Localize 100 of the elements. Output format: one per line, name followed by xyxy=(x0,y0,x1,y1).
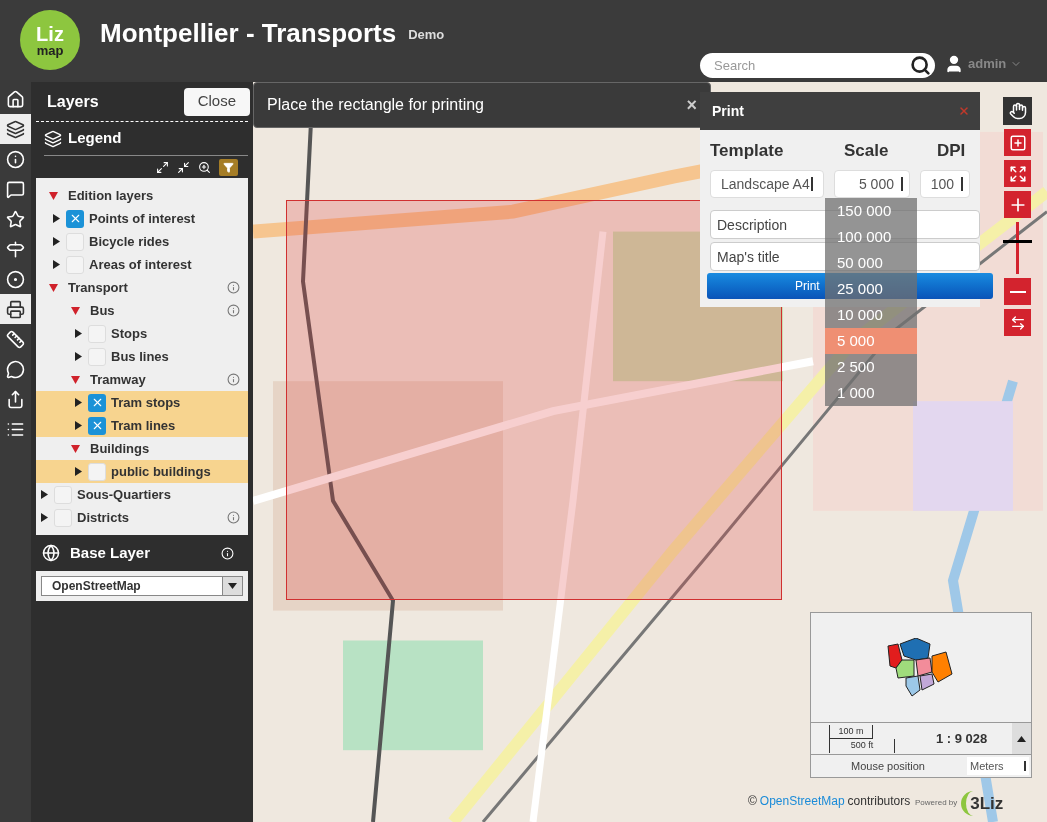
layer-row[interactable]: Areas of interest xyxy=(36,253,248,276)
toast-message: Place the rectangle for printing xyxy=(267,95,484,115)
collapse-all-icon[interactable] xyxy=(177,160,190,174)
dpi-select[interactable]: 100 xyxy=(919,170,970,198)
group-label: Tramway xyxy=(90,370,146,389)
panel-title: Layers xyxy=(47,91,99,112)
zoom-box-button[interactable] xyxy=(1004,129,1031,156)
expand-arrow-icon[interactable] xyxy=(74,467,82,476)
home-icon xyxy=(6,89,25,109)
collapse-arrow-icon[interactable] xyxy=(70,306,80,315)
layer-row[interactable]: Bus lines xyxy=(36,345,248,368)
expand-arrow-icon[interactable] xyxy=(52,214,60,223)
expand-arrow-icon[interactable] xyxy=(74,421,82,430)
map-scale: 1 : 9 028 xyxy=(936,729,988,748)
expand-arrow-icon[interactable] xyxy=(74,329,82,338)
layer-checkbox[interactable] xyxy=(88,462,106,481)
expand-arrow-icon[interactable] xyxy=(52,260,60,269)
user-icon xyxy=(944,54,964,74)
zoom-out-button[interactable] xyxy=(1004,278,1031,305)
layer-row[interactable]: Districts xyxy=(36,506,248,529)
layers-icon xyxy=(6,119,25,139)
base-layer-select[interactable]: OpenStreetMap xyxy=(41,576,243,596)
layer-row[interactable]: Tram stops xyxy=(36,391,248,414)
panel-title: Print xyxy=(712,101,744,121)
layer-row[interactable]: Sous-Quartiers xyxy=(36,483,248,506)
close-button[interactable]: × xyxy=(686,91,697,119)
info-icon xyxy=(6,149,25,169)
collapse-arrow-icon[interactable] xyxy=(48,283,58,292)
layer-row[interactable]: Tram lines xyxy=(36,414,248,437)
close-button[interactable]: Close xyxy=(183,87,250,116)
layer-label: Points of interest xyxy=(89,209,196,228)
history-button[interactable] xyxy=(1004,309,1031,336)
zoom-slider[interactable] xyxy=(1003,222,1032,274)
layer-row[interactable]: Points of interest xyxy=(36,207,248,230)
scale-bar-label: 100 m xyxy=(829,724,873,739)
units-select[interactable]: Meters xyxy=(967,757,1029,775)
dropdown-button[interactable] xyxy=(222,577,242,595)
filter-button[interactable] xyxy=(219,158,238,176)
star-icon xyxy=(6,209,25,229)
layer-checkbox[interactable] xyxy=(88,393,106,412)
copyright-symbol: © xyxy=(748,793,757,810)
scale-select[interactable]: 5 000 xyxy=(833,170,910,198)
overview-map-drawing xyxy=(886,637,956,698)
slider-thumb[interactable] xyxy=(1003,239,1032,243)
globe-icon xyxy=(42,544,60,562)
layer-label: Tram lines xyxy=(111,416,176,435)
search-icon[interactable] xyxy=(910,55,931,76)
square-plus-icon xyxy=(1008,133,1027,152)
pan-button[interactable] xyxy=(1003,97,1032,125)
column-heading: Scale xyxy=(844,140,890,163)
app-subtitle: Demo xyxy=(408,26,445,44)
expand-arrow-icon[interactable] xyxy=(74,352,82,361)
hand-icon xyxy=(1008,102,1027,120)
layer-label: Districts xyxy=(77,508,130,527)
legend-title: Legend xyxy=(68,128,122,149)
logo-text: map xyxy=(36,43,64,57)
expand-arrow-icon[interactable] xyxy=(52,237,60,246)
expand-arrow-icon[interactable] xyxy=(74,398,82,407)
group-label: Edition layers xyxy=(68,186,154,205)
attribution-text: contributors xyxy=(847,793,911,810)
zoom-in-button[interactable] xyxy=(1004,191,1031,218)
column-heading: Template xyxy=(710,140,785,163)
layer-checkbox[interactable] xyxy=(66,209,84,228)
layer-label: public buildings xyxy=(111,462,211,481)
app-title: Montpellier - Transports xyxy=(100,17,397,50)
template-select[interactable]: Landscape A4 xyxy=(710,170,824,198)
scale-option[interactable]: 25 000 xyxy=(825,276,917,302)
brand-logo: 3Liz xyxy=(961,790,1004,816)
layer-row[interactable]: Bicycle rides xyxy=(36,230,248,253)
layer-label: Areas of interest xyxy=(89,255,192,274)
expand-arrow-icon[interactable] xyxy=(40,490,48,499)
layer-checkbox[interactable] xyxy=(88,416,106,435)
collapse-arrow-icon[interactable] xyxy=(48,191,58,200)
toggle-button[interactable] xyxy=(1012,723,1031,754)
group-label: Bus xyxy=(90,301,115,320)
expand-arrow-icon[interactable] xyxy=(40,513,48,522)
layer-label: Bicycle rides xyxy=(89,232,170,251)
zoom-icon[interactable] xyxy=(198,160,211,174)
measure-icon xyxy=(6,329,25,349)
caret-icon xyxy=(1017,735,1026,742)
layer-label: Sous-Quartiers xyxy=(77,485,171,504)
expand-all-icon[interactable] xyxy=(156,160,169,174)
print-tool-button[interactable] xyxy=(0,294,31,324)
powered-by-text: Powered by xyxy=(915,797,958,810)
expand-icon xyxy=(1008,164,1027,183)
layers-icon xyxy=(44,129,62,148)
collapse-arrow-icon[interactable] xyxy=(70,444,80,453)
column-heading: DPI xyxy=(937,140,966,163)
layers-tool-button[interactable] xyxy=(0,114,31,144)
logo[interactable]: Liz map xyxy=(20,10,80,70)
print-icon xyxy=(6,299,25,319)
layer-row[interactable]: public buildings xyxy=(36,460,248,483)
layer-row[interactable]: Stops xyxy=(36,322,248,345)
zoom-extent-button[interactable] xyxy=(1004,160,1031,187)
filter-icon xyxy=(223,161,234,173)
target-icon xyxy=(6,269,25,289)
logo-text: Liz xyxy=(36,23,64,44)
collapse-arrow-icon[interactable] xyxy=(70,375,80,384)
search-field[interactable]: Search xyxy=(700,53,935,78)
base-layer-title: Base Layer xyxy=(70,542,151,563)
